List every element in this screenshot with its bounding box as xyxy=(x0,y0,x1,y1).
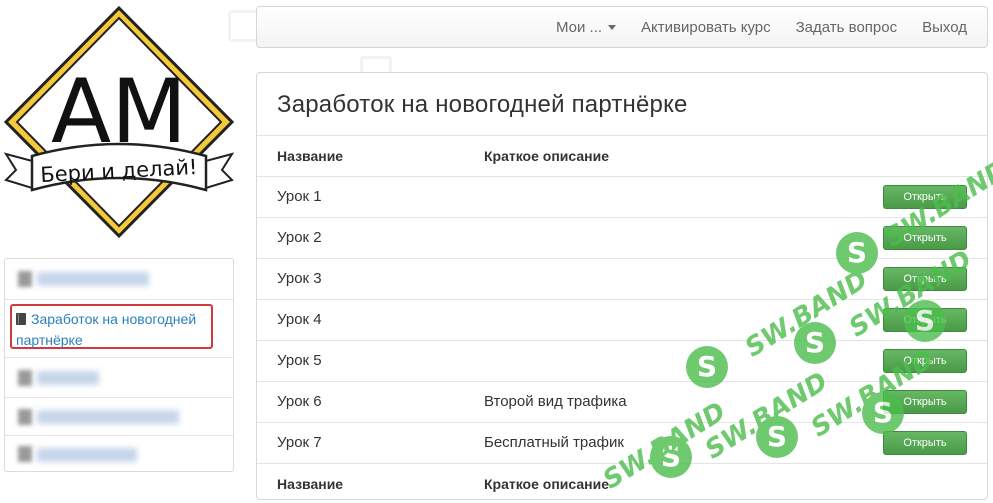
nav-my-label: Мои ... xyxy=(555,18,603,36)
nav-links: Мои ... Активировать курс Задать вопрос … xyxy=(556,7,967,47)
blurred-label xyxy=(37,371,99,385)
lesson-description: Второй вид трафика xyxy=(484,393,627,410)
lesson-description: Бесплатный трафик xyxy=(484,434,624,451)
open-lesson-button[interactable]: Открыть xyxy=(883,390,967,414)
column-header-name: Название xyxy=(277,148,344,164)
nav-activate-course[interactable]: Активировать курс xyxy=(641,19,771,36)
book-icon xyxy=(18,271,32,287)
top-navbar: Мои ... Активировать курс Задать вопрос … xyxy=(256,6,988,48)
table-row: Урок 1 Открыть xyxy=(257,176,987,217)
table-row: Урок 2 Открыть xyxy=(257,217,987,258)
open-lesson-button[interactable]: Открыть xyxy=(883,308,967,332)
lesson-name: Урок 7 xyxy=(277,434,322,451)
book-icon xyxy=(18,370,32,386)
lesson-name: Урок 4 xyxy=(277,311,322,328)
lesson-name: Урок 1 xyxy=(277,188,322,205)
blurred-label xyxy=(37,410,179,424)
open-lesson-button[interactable]: Открыть xyxy=(883,226,967,250)
blurred-label xyxy=(37,272,149,286)
table-row: Урок 6 Второй вид трафика Открыть xyxy=(257,381,987,422)
blurred-label xyxy=(37,448,137,462)
table-header: Название Краткое описание xyxy=(257,135,987,176)
sidebar-item-blurred[interactable] xyxy=(5,435,233,472)
open-lesson-button[interactable]: Открыть xyxy=(883,185,967,209)
sidebar-item-blurred[interactable] xyxy=(5,259,233,299)
sidebar-course-list xyxy=(4,258,234,472)
lesson-name: Урок 3 xyxy=(277,270,322,287)
sidebar-active-link[interactable]: Заработок на новогодней партнёрке xyxy=(16,309,216,351)
sidebar-active-label: Заработок на новогодней партнёрке xyxy=(16,311,197,348)
course-panel: Заработок на новогодней партнёрке Назван… xyxy=(256,72,988,500)
open-lesson-button[interactable]: Открыть xyxy=(883,431,967,455)
nav-ask-question[interactable]: Задать вопрос xyxy=(796,19,897,36)
site-logo: AM Бери и делай! xyxy=(3,5,235,239)
sidebar-item-blurred[interactable] xyxy=(5,397,233,435)
open-lesson-button[interactable]: Открыть xyxy=(883,267,967,291)
book-icon xyxy=(16,313,26,325)
lesson-name: Урок 6 xyxy=(277,393,322,410)
open-lesson-button[interactable]: Открыть xyxy=(883,349,967,373)
book-icon xyxy=(18,409,32,425)
column-header-description: Краткое описание xyxy=(484,148,609,164)
lesson-name: Урок 5 xyxy=(277,352,322,369)
page-title: Заработок на новогодней партнёрке xyxy=(277,91,688,118)
table-row: Урок 4 Открыть xyxy=(257,299,987,340)
table-footer: Название Краткое описание xyxy=(257,463,987,499)
column-footer-description: Краткое описание xyxy=(484,476,609,492)
book-icon xyxy=(18,446,32,462)
lesson-name: Урок 2 xyxy=(277,229,322,246)
column-footer-name: Название xyxy=(277,476,344,492)
nav-logout[interactable]: Выход xyxy=(922,19,967,36)
table-row: Урок 5 Открыть xyxy=(257,340,987,381)
sidebar-item-blurred[interactable] xyxy=(5,357,233,397)
nav-my-dropdown[interactable]: Мои ... xyxy=(555,18,617,36)
table-row: Урок 3 Открыть xyxy=(257,258,987,299)
table-row: Урок 7 Бесплатный трафик Открыть xyxy=(257,422,987,463)
caret-down-icon xyxy=(608,25,617,31)
